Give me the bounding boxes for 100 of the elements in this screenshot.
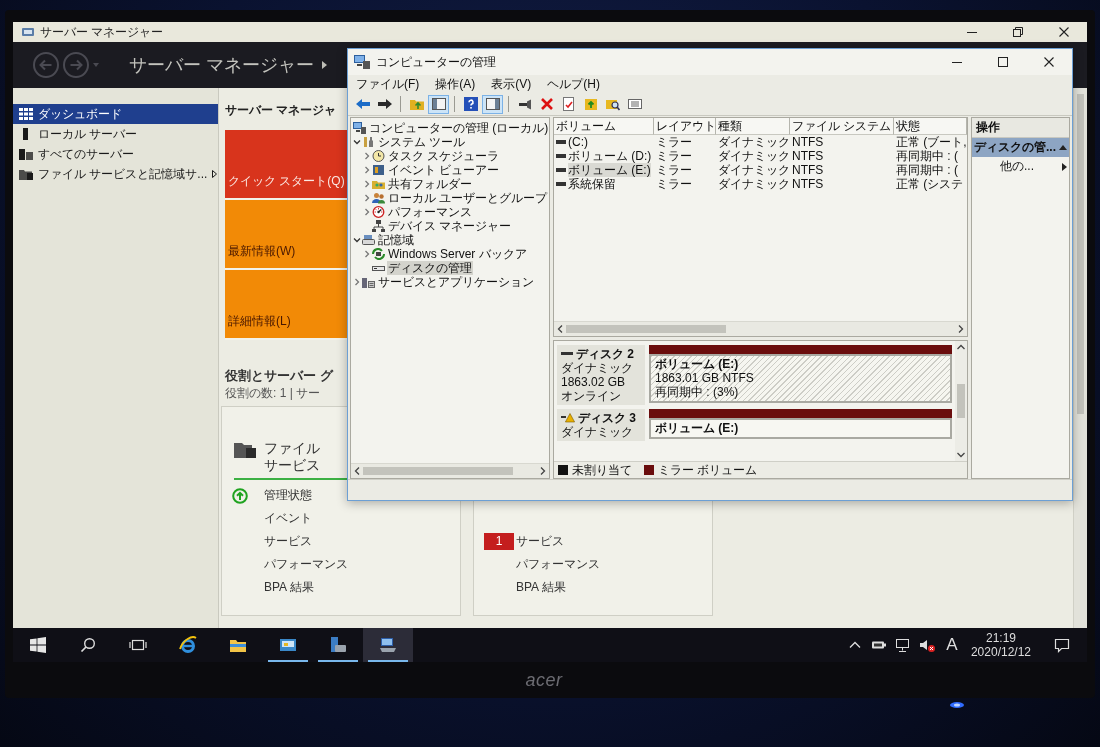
network-icon[interactable] [894,637,911,653]
tree-item[interactable]: システム ツール [377,135,467,149]
chevron-right-icon[interactable] [363,208,371,216]
scrollbar-thumb[interactable] [1077,94,1084,414]
tree-item[interactable]: コンピューターの管理 (ローカル) [368,121,549,135]
folder-up-icon [409,97,424,111]
sidebar-item[interactable]: ダッシュボード [13,104,218,124]
clock[interactable]: 21:19 2020/12/12 [964,628,1037,662]
chevron-right-icon[interactable] [363,250,371,258]
tree-item[interactable]: Windows Server バックア [387,247,528,261]
scroll-up-icon[interactable] [957,344,965,350]
menu-item[interactable]: ヘルプ(H) [547,76,600,92]
restore-icon[interactable] [1013,27,1023,37]
search-icon[interactable] [80,637,96,653]
task-view-icon[interactable] [129,637,147,653]
muted-speaker-icon[interactable] [918,637,935,653]
partition[interactable]: ボリューム (E:) [649,409,952,439]
card-item[interactable]: パフォーマンス [516,556,600,573]
sidebar-item[interactable]: ローカル サーバー [13,124,218,144]
toolbar-button[interactable] [482,94,503,114]
vertical-scrollbar[interactable] [955,341,967,461]
disk-name[interactable]: ディスク 2 [576,347,634,361]
scrollbar-thumb[interactable] [363,467,513,475]
start-icon[interactable] [30,637,46,653]
partition[interactable]: ボリューム (E:) 1863.01 GB NTFS 再同期中 : (3%) [649,345,952,403]
disk-name[interactable]: ディスク 3 [578,411,636,425]
menu-item[interactable]: 表示(V) [491,76,532,92]
maximize-icon[interactable] [998,57,1008,67]
servers-icon [19,148,33,160]
table-cell-text: 正常 (システ [895,177,965,191]
panel-icon [431,97,446,111]
action-item[interactable]: ディスクの管... [972,138,1069,157]
chevron-right-icon[interactable] [353,278,361,286]
tree-item[interactable]: デバイス マネージャー [387,219,513,233]
backup-icon [372,248,385,260]
chevron-down-icon[interactable] [353,138,361,146]
card-item[interactable]: 管理状態 [264,487,312,504]
card-item[interactable]: BPA 結果 [516,579,566,596]
card-item[interactable]: サービス [264,533,312,550]
card-item[interactable]: パフォーマンス [264,556,348,573]
dashboard-tile[interactable]: 最新情報(W) [225,200,347,270]
tree-item[interactable]: イベント ビューアー [387,163,501,177]
device-tree-icon [372,220,385,232]
scroll-right-icon[interactable] [540,467,546,475]
column-header[interactable]: 種類 [716,118,790,135]
table-cell[interactable]: (C:) [568,135,588,149]
card-item[interactable]: イベント [264,510,312,527]
close-icon[interactable] [1044,57,1054,67]
toolbar-button[interactable] [428,94,449,114]
chevron-down-icon[interactable] [353,236,361,244]
server-icon [329,636,347,654]
horizontal-scrollbar[interactable] [554,321,967,336]
horizontal-scrollbar[interactable] [351,463,549,478]
dashboard-tile[interactable]: 詳細情報(L) [225,270,347,340]
taskbar-button[interactable] [363,628,413,662]
legend-label: ミラー ボリューム [658,463,758,477]
scroll-right-icon[interactable] [958,325,964,333]
table-cell-text: 再同期中 : ( [895,163,959,177]
table-cell[interactable]: ボリューム (D:) [568,149,652,163]
column-header[interactable]: レイアウト [654,118,716,135]
table-cell[interactable]: 系統保留 [568,177,616,191]
dashboard-tile[interactable]: クイック スタート(Q) [225,130,347,200]
ime-indicator[interactable]: A [938,628,965,662]
menu-item[interactable]: ファイル(F) [356,76,420,92]
tree-item[interactable]: ディスクの管理 [387,261,473,275]
scrollbar-thumb[interactable] [957,384,965,418]
chevron-right-icon[interactable] [363,152,371,160]
card-title[interactable]: ファイル サービス [264,440,320,474]
chevron-right-icon[interactable] [363,194,371,202]
window-title: コンピューターの管理 [376,53,496,71]
vertical-scrollbar[interactable] [1073,88,1087,628]
table-cell[interactable]: ボリューム (E:) [568,163,651,177]
card-item[interactable]: サービス [516,533,564,550]
card-item[interactable]: BPA 結果 [264,579,314,596]
shared-folder-icon [372,178,385,190]
scroll-down-icon[interactable] [957,452,965,458]
table-cell-text: ミラー [655,149,693,163]
scroll-left-icon[interactable] [557,325,563,333]
column-header[interactable]: ボリューム [554,118,654,135]
menu-item[interactable]: 操作(A) [435,76,476,92]
grid-icon [19,108,33,120]
tree-item[interactable]: タスク スケジューラ [387,149,501,163]
tree-item[interactable]: サービスとアプリケーション [377,275,535,289]
scrollbar-thumb[interactable] [566,325,726,333]
column-header[interactable]: ファイル システム [790,118,894,135]
column-header[interactable]: 状態 [894,118,967,135]
tree-item[interactable]: 共有フォルダー [387,177,473,191]
chevron-right-icon[interactable] [363,166,371,174]
tree-item[interactable]: パフォーマンス [387,205,473,219]
sidebar-item[interactable]: ファイル サービスと記憶域サ... [13,164,218,184]
tree-item[interactable]: ローカル ユーザーとグループ [387,191,549,205]
partition-name: ボリューム (E:) [655,421,740,435]
folder-server-icon [19,168,33,180]
close-icon[interactable] [1059,27,1069,37]
chevron-right-icon[interactable] [363,180,371,188]
action-item[interactable]: 他の... [972,157,1069,176]
sidebar-item[interactable]: すべてのサーバー [13,144,218,164]
notification-icon[interactable] [1054,637,1070,653]
scroll-left-icon[interactable] [354,467,360,475]
tree-item[interactable]: 記憶域 [377,233,415,247]
